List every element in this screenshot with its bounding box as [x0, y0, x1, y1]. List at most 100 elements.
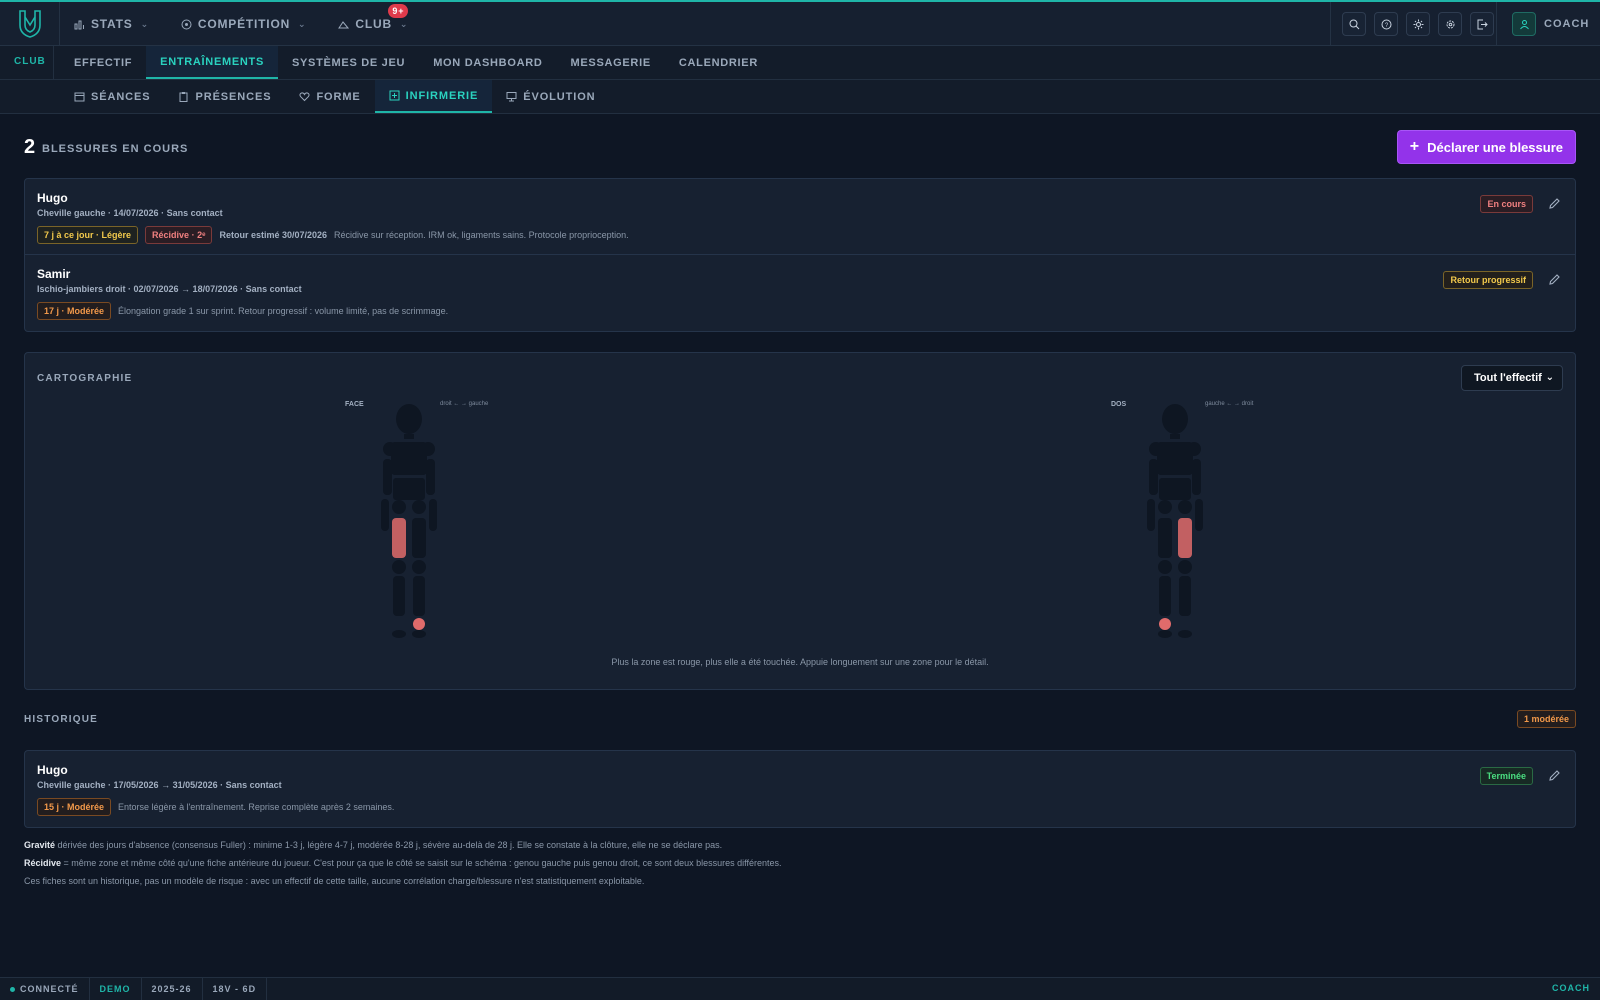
main-content: 2 BLESSURES EN COURS + Déclarer une bles…: [24, 114, 1576, 894]
tab-infirmerie-label: INFIRMERIE: [405, 89, 479, 102]
body-map-front[interactable]: [369, 403, 449, 645]
tab-seances-label: SÉANCES: [91, 90, 151, 103]
presentation-icon: [506, 92, 517, 102]
notification-badge[interactable]: 9+: [388, 4, 409, 18]
note-historique: Ces fiches sont un historique, pas un mo…: [24, 876, 645, 886]
tab-mon-dashboard[interactable]: MON DASHBOARD: [419, 46, 556, 79]
section-nav: CLUB EFFECTIF ENTRAÎNEMENTS SYSTÈMES DE …: [0, 46, 1600, 114]
current-injuries-card: Hugo Cheville gauche · 14/07/2026 · Sans…: [24, 178, 1576, 332]
top-icons: ?: [1342, 2, 1494, 46]
calendar-icon: [74, 92, 85, 102]
injury-count: 2: [24, 136, 36, 158]
user-role: COACH: [1544, 18, 1590, 30]
severity-badge: 17 j · Modérée: [37, 302, 112, 320]
target-icon: [181, 19, 192, 29]
nav-competition[interactable]: COMPÉTITION ⌄: [181, 17, 306, 31]
section-tabs: EFFECTIF ENTRAÎNEMENTS SYSTÈMES DE JEU M…: [60, 46, 772, 80]
cartography-card: CARTOGRAPHIE Tout l'effectif ⌄ FACE droi…: [24, 352, 1576, 690]
status-badge: En cours: [1480, 195, 1533, 213]
bar-chart-icon: [74, 20, 84, 29]
ankle-left-zone: [413, 618, 425, 630]
tab-calendrier[interactable]: CALENDRIER: [665, 46, 772, 79]
return-estimate: Retour estimé 30/07/2026: [219, 230, 328, 240]
chevron-down-icon: ⌄: [399, 18, 409, 29]
note-gravite: Gravité dérivée des jours d'absence (con…: [24, 840, 723, 850]
ankle-left-zone: [1159, 618, 1171, 630]
record-label: 18V - 6D: [203, 978, 268, 1000]
plus-icon: +: [1409, 138, 1420, 155]
tab-infirmerie[interactable]: INFIRMERIE: [374, 80, 493, 113]
tab-effectif[interactable]: EFFECTIF: [60, 46, 146, 79]
pencil-icon[interactable]: [1548, 273, 1561, 289]
player-name: Samir: [37, 267, 71, 281]
sub-nav: SÉANCES PRÉSENCES FORME INFIRMERIE ÉVOLU…: [0, 80, 1600, 114]
history-item[interactable]: Hugo Cheville gauche · 17/05/2026 → 31/0…: [25, 751, 1575, 827]
status-bar: CONNECTÉ DEMO 2025-26 18V - 6D COACH: [0, 977, 1600, 1000]
medical-cross-icon: [389, 90, 400, 101]
shield-logo-icon[interactable]: [0, 2, 60, 46]
role-label: COACH: [1552, 983, 1590, 993]
injury-count-label: BLESSURES EN COURS: [42, 143, 189, 155]
severity-badge: 7 j à ce jour · Légère: [37, 226, 139, 244]
status-dot-icon: [10, 986, 15, 992]
injury-meta: Cheville gauche · 17/05/2026 → 31/05/202…: [37, 780, 282, 790]
top-nav: STATS ⌄ COMPÉTITION ⌄ CLUB ⌄ 9+: [74, 2, 440, 46]
sun-icon[interactable]: [1406, 12, 1430, 36]
chevron-down-icon: ⌄: [1545, 372, 1554, 383]
user-menu[interactable]: COACH: [1512, 12, 1589, 36]
nav-stats-label: STATS: [91, 17, 133, 31]
nav-stats[interactable]: STATS ⌄: [74, 17, 149, 31]
injury-item[interactable]: Samir Ischio-jambiers droit · 02/07/2026…: [25, 255, 1575, 331]
injury-meta: Cheville gauche · 14/07/2026 · Sans cont…: [37, 208, 223, 218]
back-view-label: DOS: [1111, 401, 1127, 408]
severity-badge: 15 j · Modérée: [37, 798, 112, 816]
demo-badge: DEMO: [90, 978, 142, 1000]
note-recidive: Récidive = même zone et même côté qu'une…: [24, 858, 782, 868]
tab-forme-label: FORME: [316, 90, 361, 103]
tab-evolution-label: ÉVOLUTION: [523, 90, 596, 103]
pencil-icon[interactable]: [1548, 769, 1561, 785]
front-view-label: FACE: [345, 401, 364, 408]
tab-seances[interactable]: SÉANCES: [60, 80, 164, 113]
tab-entrainements[interactable]: ENTRAÎNEMENTS: [146, 46, 278, 79]
body-map-back[interactable]: [1135, 403, 1215, 645]
tab-systemes-de-jeu[interactable]: SYSTÈMES DE JEU: [278, 46, 419, 79]
pencil-icon[interactable]: [1548, 197, 1561, 213]
gear-icon[interactable]: [1438, 12, 1462, 36]
nav-club-label: CLUB: [355, 17, 392, 31]
heart-icon: [299, 92, 310, 102]
divider: [1496, 2, 1497, 46]
tab-evolution[interactable]: ÉVOLUTION: [492, 80, 609, 113]
tab-presences-label: PRÉSENCES: [195, 90, 272, 103]
history-title: HISTORIQUE: [24, 714, 99, 725]
logout-icon[interactable]: [1470, 12, 1494, 36]
status-badge: Retour progressif: [1443, 271, 1533, 289]
history-card: Hugo Cheville gauche · 17/05/2026 → 31/0…: [24, 750, 1576, 828]
player-name: Hugo: [37, 191, 68, 205]
injury-note: Récidive sur réception. IRM ok, ligament…: [334, 230, 629, 240]
tab-messagerie[interactable]: MESSAGERIE: [557, 46, 665, 79]
divider: [1330, 2, 1331, 46]
search-icon[interactable]: [1342, 12, 1366, 36]
nav-competition-label: COMPÉTITION: [197, 17, 291, 31]
whistle-icon: [338, 20, 350, 28]
tab-forme[interactable]: FORME: [285, 80, 374, 113]
squad-filter-select[interactable]: Tout l'effectif ⌄: [1461, 365, 1563, 391]
injury-note: Entorse légère à l'entraînement. Reprise…: [118, 802, 395, 812]
player-name: Hugo: [37, 763, 68, 777]
summary-row: 2 BLESSURES EN COURS + Déclarer une bles…: [24, 114, 1576, 178]
svg-text:?: ?: [1384, 23, 1388, 29]
chevron-down-icon: ⌄: [140, 18, 149, 29]
declare-injury-button[interactable]: + Déclarer une blessure: [1396, 130, 1576, 164]
tab-presences[interactable]: PRÉSENCES: [164, 80, 285, 113]
help-icon[interactable]: ?: [1374, 12, 1398, 36]
history-header: HISTORIQUE 1 modérée: [24, 690, 1576, 738]
sub-tabs: SÉANCES PRÉSENCES FORME INFIRMERIE ÉVOLU…: [60, 80, 610, 114]
nav-club[interactable]: CLUB ⌄ 9+: [338, 4, 409, 31]
cartography-caption: Plus la zone est rouge, plus elle a été …: [611, 657, 989, 667]
user-icon: [1512, 12, 1536, 36]
recidive-badge: Récidive · 2ᵉ: [145, 226, 213, 244]
connection-status: CONNECTÉ: [0, 978, 90, 1000]
hamstring-right-zone: [392, 518, 406, 558]
injury-item[interactable]: Hugo Cheville gauche · 14/07/2026 · Sans…: [25, 179, 1575, 255]
